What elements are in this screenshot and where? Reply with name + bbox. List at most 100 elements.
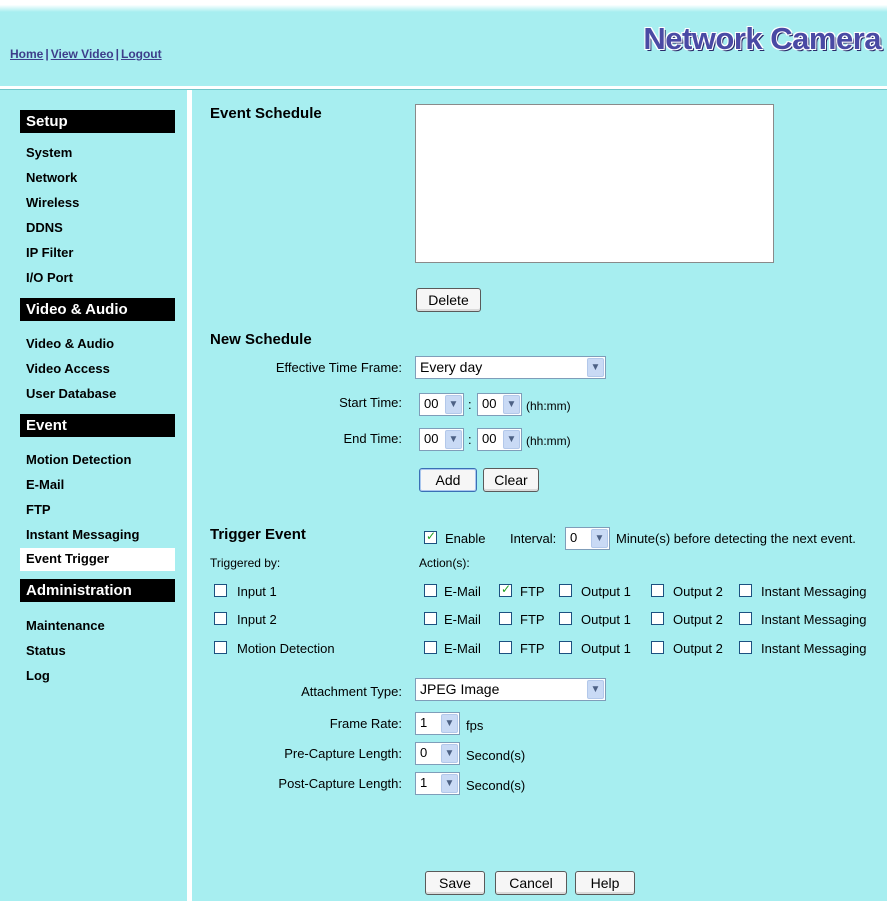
frame-rate-label: Frame Rate: [329, 716, 402, 731]
sidebar-item-email[interactable]: E-Mail [20, 474, 175, 496]
attachment-type-select[interactable]: JPEG Image ▼ [415, 678, 606, 701]
input-1-label: Input 1 [237, 584, 277, 599]
action-output-2-label: Output 2 [673, 612, 723, 627]
pre-capture-unit: Second(s) [466, 748, 526, 763]
pre-capture-select[interactable]: 0 ▼ [415, 742, 460, 765]
end-minute-select[interactable]: 00 ▼ [477, 428, 522, 451]
time-frame-label: Effective Time Frame: [275, 360, 402, 375]
motion-detection-checkbox[interactable] [214, 641, 227, 654]
action-output-2-label: Output 2 [673, 641, 723, 656]
post-capture-select[interactable]: 1 ▼ [415, 772, 460, 795]
sidebar-item-system[interactable]: System [20, 142, 175, 164]
end-minute-value: 00 [482, 431, 497, 446]
sidebar-item-io-port[interactable]: I/O Port [20, 267, 175, 289]
motion-email-checkbox[interactable] [424, 641, 437, 654]
home-link[interactable]: Home [10, 47, 43, 61]
input-2-output-1-checkbox[interactable] [559, 612, 572, 625]
event-schedule-list[interactable] [415, 104, 774, 263]
chevron-down-icon: ▼ [503, 430, 520, 449]
start-hour-select[interactable]: 00 ▼ [419, 393, 464, 416]
start-time-format: (hh:mm) [526, 399, 571, 413]
sidebar-item-video-access[interactable]: Video Access [20, 358, 175, 380]
input-1-checkbox[interactable] [214, 584, 227, 597]
sidebar-item-video-audio[interactable]: Video & Audio [20, 333, 175, 355]
sidebar-item-user-database[interactable]: User Database [20, 383, 175, 405]
sidebar-item-event-trigger[interactable]: Event Trigger [20, 548, 175, 571]
enable-checkbox[interactable] [424, 529, 437, 544]
input-2-ftp-checkbox[interactable] [499, 612, 512, 625]
input-1-instant-messaging-checkbox[interactable] [739, 584, 752, 597]
action-email-label: E-Mail [444, 612, 481, 627]
triggered-by-label: Triggered by: [210, 556, 281, 570]
input-1-output-1-checkbox[interactable] [559, 584, 572, 597]
sidebar-item-instant-messaging[interactable]: Instant Messaging [20, 524, 175, 546]
enable-label: Enable [445, 531, 486, 546]
motion-instant-messaging-checkbox[interactable] [739, 641, 752, 654]
sidebar-item-motion-detection[interactable]: Motion Detection [20, 449, 175, 471]
action-ftp-label: FTP [520, 584, 545, 599]
action-output-1-label: Output 1 [581, 612, 631, 627]
end-hour-value: 00 [424, 431, 439, 446]
chevron-down-icon: ▼ [445, 430, 462, 449]
chevron-down-icon: ▼ [587, 358, 604, 377]
chevron-down-icon: ▼ [441, 714, 458, 733]
post-capture-label: Post-Capture Length: [278, 776, 402, 791]
add-button[interactable]: Add [419, 468, 477, 492]
time-frame-select[interactable]: Every day ▼ [415, 356, 606, 379]
cancel-button[interactable]: Cancel [495, 871, 567, 895]
interval-select[interactable]: 0 ▼ [565, 527, 610, 550]
start-minute-value: 00 [482, 396, 497, 411]
input-2-email-checkbox[interactable] [424, 612, 437, 625]
sidebar-item-ddns[interactable]: DDNS [20, 217, 175, 239]
sidebar-section-administration: Administration [20, 579, 175, 602]
action-email-label: E-Mail [444, 584, 481, 599]
sidebar-item-maintenance[interactable]: Maintenance [20, 615, 175, 637]
trigger-event-title: Trigger Event [210, 526, 306, 543]
chevron-down-icon: ▼ [503, 395, 520, 414]
save-button[interactable]: Save [425, 871, 485, 895]
sidebar: Setup System Network Wireless DDNS IP Fi… [0, 90, 187, 901]
motion-detection-label: Motion Detection [237, 641, 335, 656]
frame-rate-select[interactable]: 1 ▼ [415, 712, 460, 735]
motion-output-2-checkbox[interactable] [651, 641, 664, 654]
sidebar-item-wireless[interactable]: Wireless [20, 192, 175, 214]
view-video-link[interactable]: View Video [51, 47, 114, 61]
sidebar-section-video-audio: Video & Audio [20, 298, 175, 321]
sidebar-item-ip-filter[interactable]: IP Filter [20, 242, 175, 264]
sidebar-section-setup: Setup [20, 110, 175, 133]
action-instant-messaging-label: Instant Messaging [761, 584, 867, 599]
logout-link[interactable]: Logout [121, 47, 162, 61]
delete-button[interactable]: Delete [416, 288, 481, 312]
end-time-label: End Time: [343, 431, 402, 446]
attachment-type-value: JPEG Image [420, 681, 500, 697]
input-2-checkbox[interactable] [214, 612, 227, 625]
input-2-instant-messaging-checkbox[interactable] [739, 612, 752, 625]
chevron-down-icon: ▼ [591, 529, 608, 548]
time-frame-value: Every day [420, 359, 483, 375]
sidebar-section-event: Event [20, 414, 175, 437]
post-capture-unit: Second(s) [466, 778, 526, 793]
end-hour-select[interactable]: 00 ▼ [419, 428, 464, 451]
input-2-label: Input 2 [237, 612, 277, 627]
input-1-email-checkbox[interactable] [424, 584, 437, 597]
help-button[interactable]: Help [575, 871, 635, 895]
sidebar-item-network[interactable]: Network [20, 167, 175, 189]
input-2-output-2-checkbox[interactable] [651, 612, 664, 625]
interval-value: 0 [570, 530, 578, 545]
motion-output-1-checkbox[interactable] [559, 641, 572, 654]
top-gradient-band [0, 0, 887, 12]
action-ftp-label: FTP [520, 641, 545, 656]
input-1-ftp-checkbox[interactable] [499, 582, 512, 597]
input-1-output-2-checkbox[interactable] [651, 584, 664, 597]
sidebar-item-log[interactable]: Log [20, 665, 175, 687]
motion-ftp-checkbox[interactable] [499, 641, 512, 654]
sidebar-item-status[interactable]: Status [20, 640, 175, 662]
top-nav: Home | View Video | Logout [10, 47, 162, 61]
sidebar-item-ftp[interactable]: FTP [20, 499, 175, 521]
start-time-colon: : [468, 397, 472, 412]
chevron-down-icon: ▼ [587, 680, 604, 699]
network-camera-logo: Network Camera [643, 21, 881, 56]
start-minute-select[interactable]: 00 ▼ [477, 393, 522, 416]
clear-button[interactable]: Clear [483, 468, 539, 492]
action-instant-messaging-label: Instant Messaging [761, 641, 867, 656]
